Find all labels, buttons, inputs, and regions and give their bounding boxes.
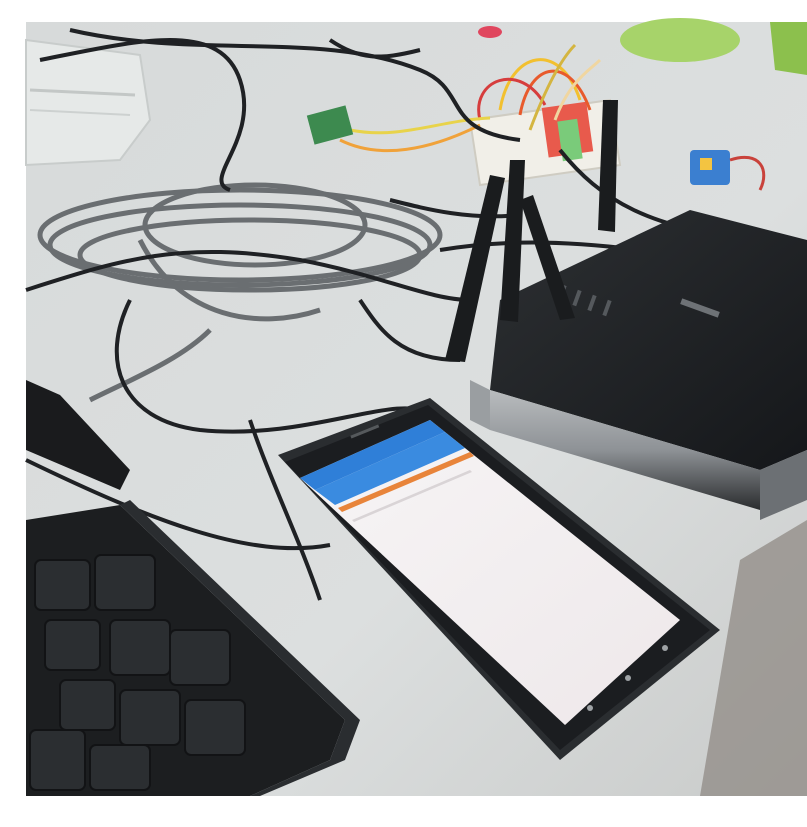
home-button-icon — [625, 675, 631, 681]
red-object — [478, 26, 502, 38]
recents-button-icon — [662, 645, 668, 651]
green-object — [770, 22, 807, 75]
desk-photo — [0, 0, 807, 827]
back-button-icon — [587, 705, 593, 711]
green-lid — [620, 18, 740, 62]
